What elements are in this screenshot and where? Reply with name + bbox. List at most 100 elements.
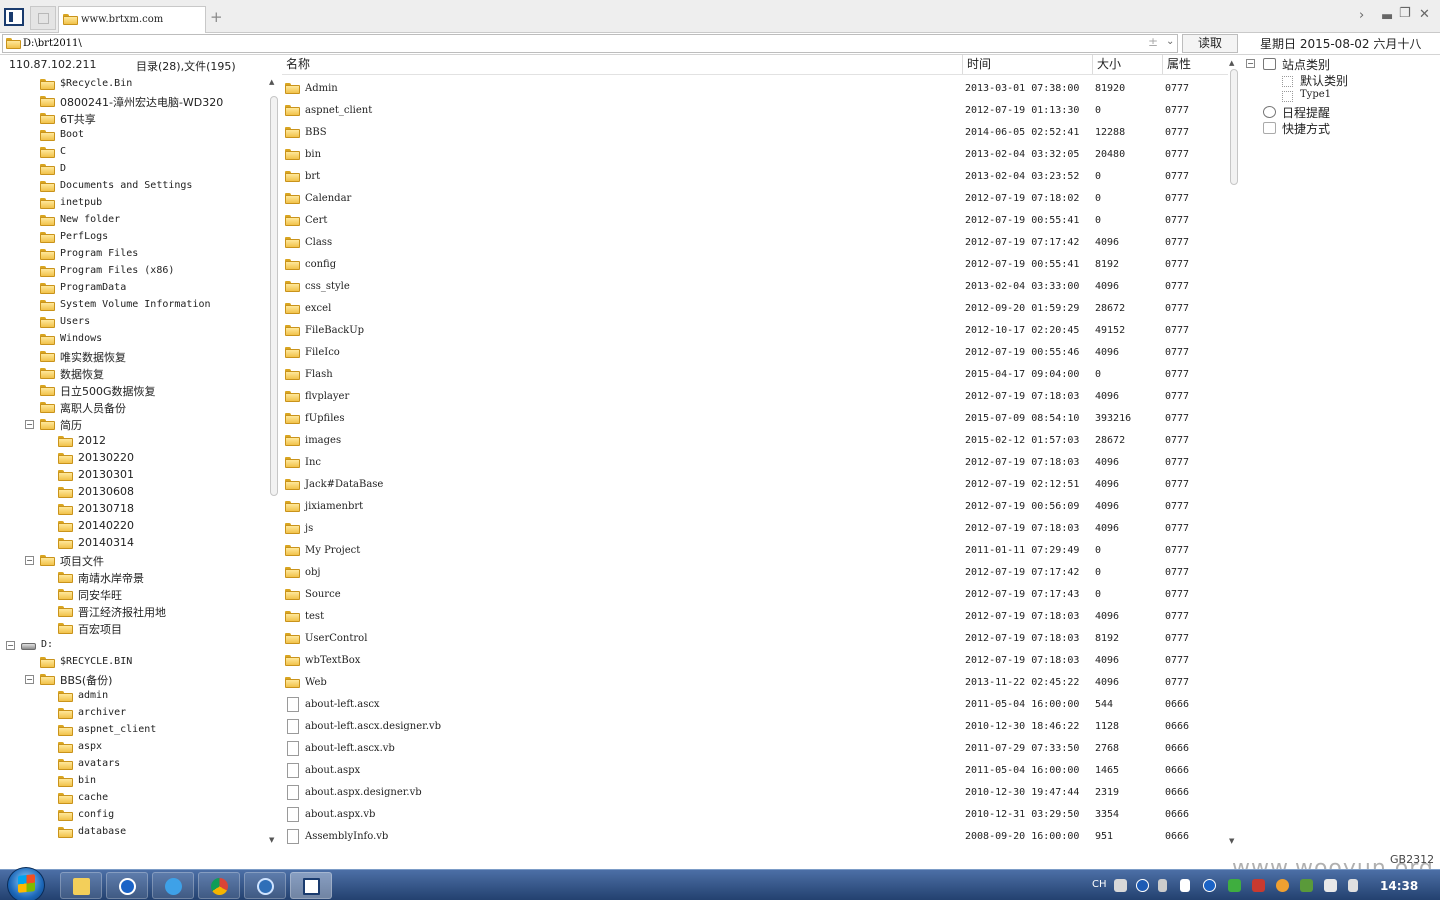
column-attr[interactable]: 属性 xyxy=(1162,55,1191,74)
scroll-down-icon[interactable]: ▼ xyxy=(1229,837,1234,845)
tree-item[interactable]: 晋江经济报社用地 xyxy=(58,603,266,620)
read-button[interactable]: 读取 xyxy=(1182,34,1238,53)
tree-item[interactable]: ProgramData xyxy=(40,280,266,297)
ime-indicator[interactable]: CH xyxy=(1092,879,1107,890)
shortcuts[interactable]: 快捷方式 xyxy=(1282,120,1330,137)
tree-item[interactable]: 20130718 xyxy=(58,501,266,518)
scroll-thumb[interactable] xyxy=(1230,69,1238,185)
tree-item[interactable]: Program Files xyxy=(40,246,266,263)
taskbar-ie[interactable] xyxy=(152,872,194,899)
checkbox-icon[interactable] xyxy=(1282,91,1293,102)
collapse-toggle[interactable]: − xyxy=(6,641,15,650)
file-row[interactable]: Admin 2013-03-01 07:38:00 81920 0777 xyxy=(282,78,1228,100)
file-name[interactable]: js xyxy=(305,523,313,534)
tree-item[interactable]: aspx xyxy=(58,739,266,756)
scroll-thumb[interactable] xyxy=(270,96,278,496)
k-tray-icon[interactable] xyxy=(1203,879,1216,892)
column-name[interactable]: 名称 xyxy=(282,55,310,74)
tree-item[interactable]: Boot xyxy=(40,127,266,144)
file-row[interactable]: css_style 2013-02-04 03:33:00 4096 0777 xyxy=(282,276,1228,298)
file-row[interactable]: images 2015-02-12 01:57:03 28672 0777 xyxy=(282,430,1228,452)
file-name[interactable]: Web xyxy=(305,677,327,688)
file-row[interactable]: Cert 2012-07-19 00:55:41 0 0777 xyxy=(282,210,1228,232)
file-name[interactable]: css_style xyxy=(305,281,350,292)
file-name[interactable]: Flash xyxy=(305,369,333,380)
file-name[interactable]: FileIco xyxy=(305,347,340,358)
file-name[interactable]: about-left.ascx.vb xyxy=(305,743,395,754)
file-name[interactable]: excel xyxy=(305,303,331,314)
file-name[interactable]: aspnet_client xyxy=(305,105,372,116)
file-row[interactable]: config 2012-07-19 00:55:41 8192 0777 xyxy=(282,254,1228,276)
tab-active[interactable]: www.brtxm.com xyxy=(58,6,206,33)
file-row[interactable]: Inc 2012-07-19 07:18:03 4096 0777 xyxy=(282,452,1228,474)
file-row[interactable]: about-left.ascx.vb 2011-07-29 07:33:50 276… xyxy=(282,738,1228,760)
file-row[interactable]: about.aspx.designer.vb 2010-12-30 19:47:4… xyxy=(282,782,1228,804)
taskbar-chrome[interactable] xyxy=(198,872,240,899)
file-row[interactable]: Source 2012-07-19 07:17:43 0 0777 xyxy=(282,584,1228,606)
tree-item[interactable]: 6T共享 xyxy=(40,110,266,127)
site-category[interactable]: 站点类别 xyxy=(1282,56,1330,73)
tree-item[interactable]: System Volume Information xyxy=(40,297,266,314)
tree-item[interactable]: $RECYCLE.BIN xyxy=(40,654,266,671)
plus-minus-icon[interactable]: ± xyxy=(1148,35,1158,49)
tree-item[interactable]: Windows xyxy=(40,331,266,348)
minimize-button[interactable]: ▬ xyxy=(1381,9,1393,24)
orange-icon[interactable] xyxy=(1276,879,1289,892)
file-row[interactable]: Flash 2015-04-17 09:04:00 0 0777 xyxy=(282,364,1228,386)
restore-button[interactable]: ❐ xyxy=(1399,6,1411,21)
collapse-toggle[interactable]: − xyxy=(25,556,34,565)
tree-item[interactable]: archiver xyxy=(58,705,266,722)
tree-item[interactable]: Documents and Settings xyxy=(40,178,266,195)
file-name[interactable]: Class xyxy=(305,237,332,248)
schedule-reminder[interactable]: 日程提醒 xyxy=(1282,104,1330,121)
file-row[interactable]: fUpfiles 2015-07-09 08:54:10 393216 0777 xyxy=(282,408,1228,430)
tree-item[interactable]: config xyxy=(58,807,266,824)
tree-scrollbar[interactable]: ▲ ▼ xyxy=(268,76,279,846)
tree-item[interactable]: 2012 xyxy=(58,433,266,450)
file-name[interactable]: Inc xyxy=(305,457,321,468)
file-row[interactable]: aspnet_client 2012-07-19 01:13:30 0 0777 xyxy=(282,100,1228,122)
scroll-right-icon[interactable]: › xyxy=(1359,8,1364,23)
file-name[interactable]: about-left.ascx.designer.vb xyxy=(305,721,441,732)
tree-item[interactable]: Program Files (x86) xyxy=(40,263,266,280)
column-size[interactable]: 大小 xyxy=(1092,55,1121,74)
collapse-toggle[interactable]: − xyxy=(1246,59,1255,68)
window-icon[interactable] xyxy=(1180,879,1190,892)
checkbox-icon[interactable] xyxy=(1282,76,1293,87)
path-input[interactable] xyxy=(23,36,1143,51)
tree-item[interactable]: − 简历 xyxy=(25,416,266,433)
pin-icon[interactable] xyxy=(1158,879,1167,892)
file-name[interactable]: wbTextBox xyxy=(305,655,360,666)
tree-item[interactable]: 20130301 xyxy=(58,467,266,484)
close-button[interactable]: ✕ xyxy=(1419,7,1430,22)
taskbar-explorer[interactable] xyxy=(60,872,102,899)
file-row[interactable]: brt 2013-02-04 03:23:52 0 0777 xyxy=(282,166,1228,188)
file-row[interactable]: flvplayer 2012-07-19 07:18:03 4096 0777 xyxy=(282,386,1228,408)
file-name[interactable]: about.aspx xyxy=(305,765,360,776)
file-name[interactable]: about.aspx.designer.vb xyxy=(305,787,422,798)
file-row[interactable]: about.aspx.vb 2010-12-31 03:29:50 3354 0666 xyxy=(282,804,1228,826)
file-name[interactable]: My Project xyxy=(305,545,360,556)
tree-item[interactable]: 20130220 xyxy=(58,450,266,467)
file-name[interactable]: flvplayer xyxy=(305,391,349,402)
keyboard-icon[interactable] xyxy=(1114,879,1127,892)
file-row[interactable]: js 2012-07-19 07:18:03 4096 0777 xyxy=(282,518,1228,540)
app-menu-icon[interactable] xyxy=(4,8,24,26)
collapse-toggle[interactable]: − xyxy=(25,675,34,684)
scroll-up-icon[interactable]: ▲ xyxy=(269,78,274,86)
file-name[interactable]: BBS xyxy=(305,127,327,138)
tree-item[interactable]: PerfLogs xyxy=(40,229,266,246)
file-name[interactable]: about-left.ascx xyxy=(305,699,380,710)
file-name[interactable]: fUpfiles xyxy=(305,413,344,424)
tree-item[interactable]: − BBS(备份) xyxy=(25,671,266,688)
taskbar-app-s[interactable] xyxy=(244,872,286,899)
tree-item[interactable]: New folder xyxy=(40,212,266,229)
list-scrollbar[interactable]: ▲ ▼ xyxy=(1228,55,1239,848)
file-row[interactable]: bin 2013-02-04 03:32:05 20480 0777 xyxy=(282,144,1228,166)
scroll-down-icon[interactable]: ▼ xyxy=(269,836,274,844)
blank-tab[interactable] xyxy=(30,6,56,30)
tree-item[interactable]: avatars xyxy=(58,756,266,773)
taskbar-app-k[interactable] xyxy=(106,872,148,899)
tree-item[interactable]: 离职人员备份 xyxy=(40,399,266,416)
file-name[interactable]: FileBackUp xyxy=(305,325,364,336)
